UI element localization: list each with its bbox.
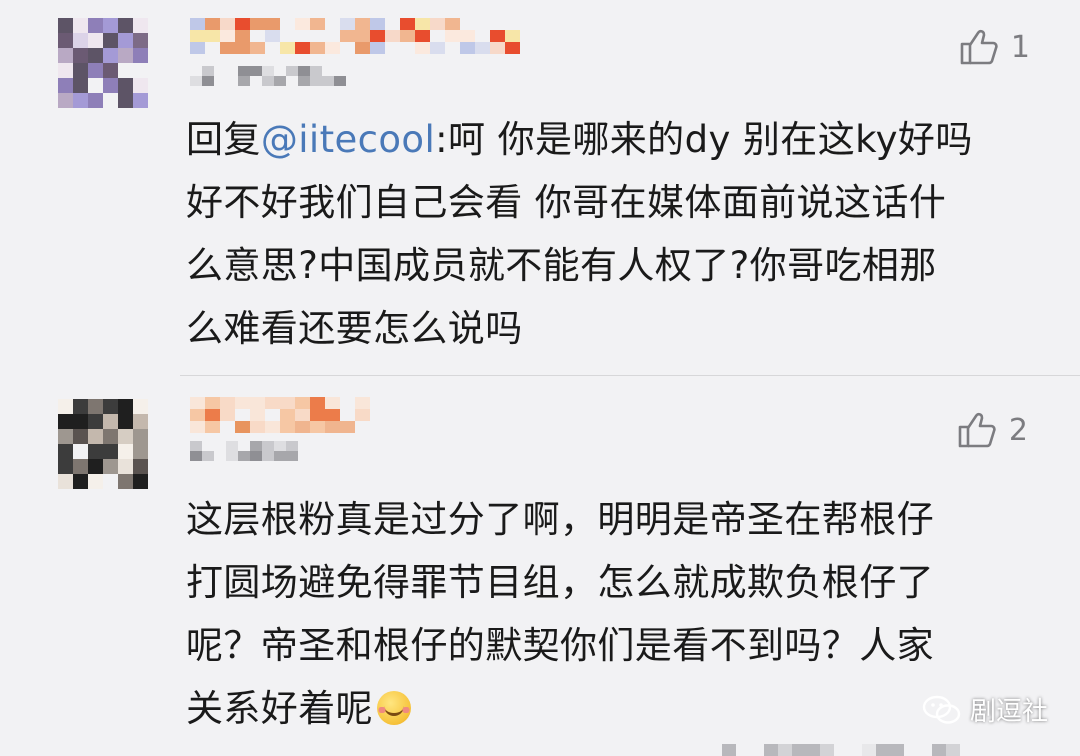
- comment-body: 这层根粉真是过分了啊，明明是帝圣在帮根仔 打圆场避免得罪节目组，怎么就成欺负根仔…: [186, 498, 934, 730]
- avatar[interactable]: [58, 399, 148, 489]
- username-blurred[interactable]: [190, 397, 370, 433]
- timestamp-blurred: [190, 441, 298, 461]
- blurred-footer: [708, 744, 960, 756]
- watermark-text: 剧逗社: [969, 697, 1048, 727]
- comment-text: 这层根粉真是过分了啊，明明是帝圣在帮根仔 打圆场避免得罪节目组，怎么就成欺负根仔…: [186, 488, 1046, 740]
- like-button[interactable]: 2: [957, 411, 1028, 449]
- username-blurred[interactable]: [190, 18, 520, 54]
- like-count: 1: [1010, 29, 1030, 65]
- thumbs-up-icon: [958, 412, 996, 448]
- reply-prefix: 回复: [186, 118, 261, 161]
- mention-link[interactable]: @iitecool: [261, 118, 435, 161]
- like-count: 2: [1008, 412, 1028, 448]
- watermark: 剧逗社: [922, 691, 1048, 728]
- comment-text: 回复@iitecool:呵 你是哪来的dy 别在这ky好吗 好不好我们自己会看 …: [186, 108, 1046, 360]
- avatar[interactable]: [58, 18, 148, 108]
- smiling-face-with-hands-icon: [377, 691, 411, 725]
- like-button[interactable]: 1: [959, 28, 1030, 66]
- comment-item: 2 这层根粉真是过分了啊，明明是帝圣在帮根仔 打圆场避免得罪节目组，怎么就成欺负…: [0, 377, 1080, 756]
- timestamp-blurred: [190, 66, 358, 86]
- divider: [180, 375, 1080, 376]
- wechat-icon: [922, 695, 961, 724]
- thumbs-up-icon: [960, 29, 998, 65]
- comment-item: 1 回复@iitecool:呵 你是哪来的dy 别在这ky好吗 好不好我们自己会…: [0, 0, 1080, 375]
